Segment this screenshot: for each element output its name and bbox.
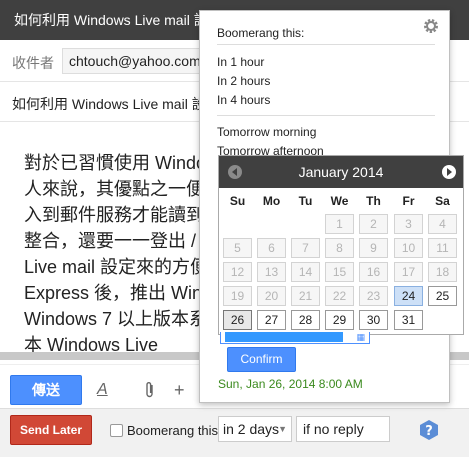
calendar-day: 4 [428, 214, 457, 234]
calendar-day: 9 [359, 238, 388, 258]
date-picker: January 2014 Su Mo Tu We Th Fr Sa 123456… [218, 155, 464, 335]
calendar-day: 8 [325, 238, 354, 258]
calendar-day: 21 [291, 286, 320, 306]
calendar-day[interactable]: 28 [291, 310, 320, 330]
paperclip-icon[interactable] [144, 381, 156, 404]
send-button[interactable]: 傳送 [10, 375, 82, 405]
calendar-day: 3 [394, 214, 423, 234]
calendar-day: 20 [257, 286, 286, 306]
calendar-day[interactable]: 26 [223, 310, 252, 330]
help-icon[interactable]: ? [418, 419, 440, 441]
weekday-header: Th [366, 194, 381, 208]
subject-field[interactable]: 如何利用 Windows Live mail 設 [12, 94, 206, 114]
calendar-day: 6 [257, 238, 286, 258]
boomerang-checkbox[interactable] [110, 424, 123, 437]
calendar-day[interactable]: 30 [359, 310, 388, 330]
weekday-header: Mo [262, 194, 281, 208]
calendar-day: 11 [428, 238, 457, 258]
weekday-header: We [330, 194, 349, 208]
calendar-day[interactable]: 25 [428, 286, 457, 306]
calendar-day: 1 [325, 214, 354, 234]
window-bottom-edge [0, 452, 469, 457]
weekday-header: Fr [402, 194, 415, 208]
calendar-day: 19 [223, 286, 252, 306]
boomerang-bar: Send Later Boomerang this in 2 days ▼ if… [0, 408, 469, 452]
calendar-header: January 2014 [219, 156, 463, 188]
calendar-day: 16 [359, 262, 388, 282]
chevron-down-icon: ▼ [278, 424, 287, 434]
plus-icon[interactable]: + [174, 381, 185, 399]
calendar-day: 15 [325, 262, 354, 282]
divider [217, 44, 435, 45]
calendar-day[interactable]: 27 [257, 310, 286, 330]
days-select-value: in 2 days [223, 421, 280, 437]
recipient-label: 收件者 [12, 55, 54, 71]
calendar-day: 10 [394, 238, 423, 258]
time-input[interactable]: ▦ [220, 332, 370, 344]
option-2-hours[interactable]: In 2 hours [217, 74, 270, 88]
weekday-header: Sa [435, 194, 450, 208]
days-select[interactable]: in 2 days ▼ [218, 416, 292, 442]
calendar-day: 7 [291, 238, 320, 258]
popup-heading: Boomerang this: [217, 26, 305, 40]
calendar-day: 18 [428, 262, 457, 282]
reply-condition-select[interactable]: if no reply [296, 416, 390, 442]
calendar-day: 23 [359, 286, 388, 306]
next-month-icon[interactable] [441, 164, 457, 180]
recipient-chip[interactable]: chtouch@yahoo.com [62, 48, 212, 74]
calendar-day: 17 [394, 262, 423, 282]
calendar-day: 12 [223, 262, 252, 282]
calendar-icon[interactable]: ▦ [356, 332, 365, 342]
calendar-day: 5 [223, 238, 252, 258]
weekday-header: Su [229, 194, 246, 208]
weekday-header: Tu [298, 194, 313, 208]
scheduled-time-text: Sun, Jan 26, 2014 8:00 AM [218, 377, 363, 391]
svg-text:?: ? [425, 424, 433, 439]
calendar-day[interactable]: 29 [325, 310, 354, 330]
calendar-day: 13 [257, 262, 286, 282]
compose-title: 如何利用 Windows Live mail 設 [14, 12, 208, 28]
formatting-icon[interactable]: A [97, 381, 108, 399]
time-input-selection [225, 332, 343, 342]
boomerang-label: Boomerang this [127, 423, 219, 438]
option-tomorrow-morning[interactable]: Tomorrow morning [217, 125, 316, 139]
option-1-hour[interactable]: In 1 hour [217, 55, 264, 69]
calendar-month-title: January 2014 [298, 164, 384, 180]
calendar-day: 14 [291, 262, 320, 282]
gear-icon[interactable] [422, 17, 440, 35]
calendar-day[interactable]: 31 [394, 310, 423, 330]
divider [217, 115, 435, 116]
calendar-day: 22 [325, 286, 354, 306]
confirm-button[interactable]: Confirm [227, 347, 296, 372]
send-later-button[interactable]: Send Later [10, 415, 92, 445]
calendar-day[interactable]: 24 [394, 286, 423, 306]
calendar-day: 2 [359, 214, 388, 234]
option-4-hours[interactable]: In 4 hours [217, 93, 270, 107]
